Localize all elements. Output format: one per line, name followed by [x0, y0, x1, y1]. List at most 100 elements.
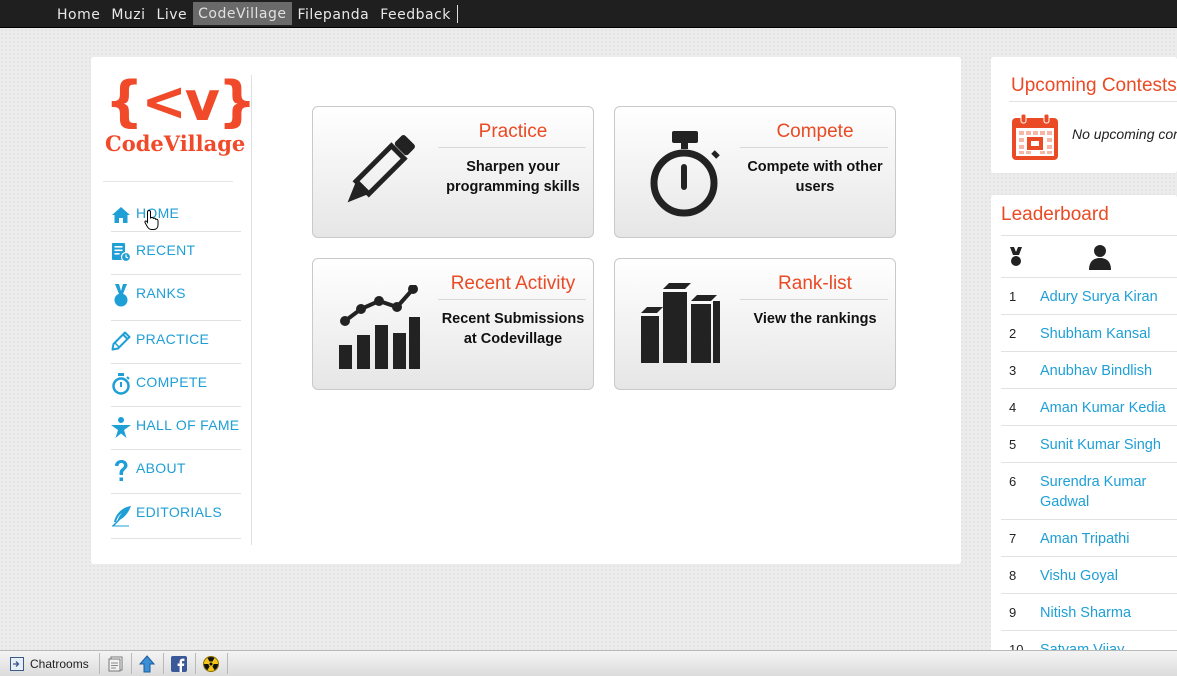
sidebar-item-recent[interactable]: RECENT: [111, 232, 241, 275]
user-link[interactable]: Surendra Kumar Gadwal: [1040, 472, 1175, 512]
card-divider: [740, 299, 888, 300]
sidebar-nav: HOME RECENT RANKS PRACTICE COMPETE HALL …: [111, 195, 241, 539]
podium-icon: [641, 283, 720, 363]
leaderboard-panel: Leaderboard 1 Adury Surya Kiran 2 Shubham …: [991, 195, 1177, 675]
stopwatch-icon: [112, 373, 130, 395]
leaderboard-row: 3 Anubhav Bindlish: [1001, 352, 1177, 389]
card-description: Compete with other users: [747, 159, 883, 195]
upcoming-contests-panel: Upcoming Contests No upcoming contests: [991, 57, 1177, 173]
no-upcoming-text: No upcoming contests: [1072, 126, 1177, 142]
codevillage-logo[interactable]: {<v} CodeVillage: [105, 70, 256, 157]
card-divider: [740, 147, 888, 148]
toolbar-divider: [195, 653, 196, 674]
rank-list-card[interactable]: Rank-list View the rankings: [614, 258, 896, 390]
main-panel: {<v} CodeVillage HOME RECENT RANKS PRACT…: [91, 57, 961, 564]
radiation-button[interactable]: [203, 654, 219, 674]
pencil-icon: [111, 331, 131, 351]
user-link[interactable]: Aman Tripathi: [1040, 529, 1175, 549]
sidebar-item-label: HALL OF FAME: [136, 417, 240, 433]
topnav-codevillage[interactable]: CodeVillage: [193, 2, 292, 25]
leaderboard-row: 6 Surendra Kumar Gadwal: [1001, 463, 1177, 520]
user-link[interactable]: Nitish Sharma: [1040, 603, 1175, 623]
medal-icon: [1010, 247, 1022, 266]
user-link[interactable]: Adury Surya Kiran: [1040, 287, 1175, 307]
user-link[interactable]: Aman Kumar Kedia: [1040, 398, 1175, 418]
sidebar-item-label: ABOUT: [136, 460, 186, 476]
sidebar-item-home[interactable]: HOME: [111, 195, 241, 232]
toolbar-divider: [99, 653, 100, 674]
question-icon: [115, 460, 128, 481]
rank-number: 4: [1009, 400, 1017, 415]
sidebar-divider: [251, 75, 252, 545]
topnav-home[interactable]: Home: [52, 2, 105, 27]
card-title: Recent Activity: [450, 273, 576, 294]
stopwatch-icon: [650, 131, 720, 217]
leaderboard-row: 2 Shubham Kansal: [1001, 315, 1177, 352]
home-icon: [112, 207, 130, 223]
rank-number: 8: [1009, 568, 1017, 583]
leaderboard-title: Leaderboard: [1001, 204, 1109, 225]
notes-button[interactable]: [108, 654, 124, 674]
topnav-muzi[interactable]: Muzi: [106, 2, 150, 27]
logo-name: CodeVillage: [105, 131, 246, 156]
calendar-icon: [1012, 113, 1058, 160]
sidebar-item-label: RANKS: [136, 285, 186, 301]
topnav-live[interactable]: Live: [152, 2, 193, 27]
sidebar-item-practice[interactable]: PRACTICE: [111, 321, 241, 364]
scroll-top-button[interactable]: [139, 654, 155, 674]
user-link[interactable]: Shubham Kansal: [1040, 324, 1175, 344]
sidebar-item-editorials[interactable]: EDITORIALS: [111, 494, 241, 539]
chat-window-icon: [10, 657, 24, 671]
feather-icon: [112, 506, 131, 527]
user-link[interactable]: Anubhav Bindlish: [1040, 361, 1175, 381]
leaderboard-row: 1 Adury Surya Kiran: [1001, 278, 1177, 315]
star-person-icon: [111, 417, 131, 438]
growth-chart-icon: [339, 285, 420, 369]
chatrooms-label: Chatrooms: [30, 657, 89, 671]
radiation-icon: [203, 656, 219, 672]
upcoming-contests-title: Upcoming Contests: [1011, 75, 1177, 96]
upcoming-divider: [1009, 101, 1177, 102]
logo-mark: {<v}: [105, 70, 256, 133]
arrow-up-icon: [139, 655, 155, 673]
leaderboard-row: 9 Nitish Sharma: [1001, 594, 1177, 631]
topnav-filepanda[interactable]: Filepanda: [293, 2, 375, 27]
chatrooms-button[interactable]: Chatrooms: [10, 654, 89, 674]
sidebar-item-label: EDITORIALS: [136, 504, 222, 520]
medal-icon: [114, 284, 128, 307]
sidebar-item-about[interactable]: ABOUT: [111, 450, 241, 494]
leaderboard-row: 4 Aman Kumar Kedia: [1001, 389, 1177, 426]
card-divider: [438, 147, 586, 148]
sidebar-item-ranks[interactable]: RANKS: [111, 275, 241, 321]
card-divider: [438, 299, 586, 300]
rank-number: 5: [1009, 437, 1017, 452]
card-title: Practice: [478, 121, 548, 142]
logo-divider: [103, 181, 233, 182]
card-description: View the rankings: [753, 311, 877, 327]
recent-activity-card[interactable]: Recent Activity Recent Submissions at Co…: [312, 258, 594, 390]
pencil-icon: [347, 135, 415, 203]
leaderboard-row: 8 Vishu Goyal: [1001, 557, 1177, 594]
notes-icon: [108, 656, 123, 672]
rank-number: 3: [1009, 363, 1017, 378]
facebook-button[interactable]: [171, 654, 187, 674]
topnav-divider: [456, 5, 458, 23]
top-nav: Home Muzi Live CodeVillage Filepanda Fee…: [52, 0, 458, 27]
rank-number: 2: [1009, 326, 1017, 341]
toolbar-divider: [131, 653, 132, 674]
practice-card[interactable]: Practice Sharpen your programming skills: [312, 106, 594, 238]
user-link[interactable]: Sunit Kumar Singh: [1040, 435, 1175, 455]
leaderboard-list: 1 Adury Surya Kiran 2 Shubham Kansal 3 Anub…: [1001, 278, 1177, 668]
toolbar-divider: [163, 653, 164, 674]
bottom-toolbar: Chatrooms: [0, 650, 1177, 676]
user-link[interactable]: Vishu Goyal: [1040, 566, 1175, 586]
sidebar-item-hall-of-fame[interactable]: HALL OF FAME: [111, 407, 241, 450]
compete-card[interactable]: Compete Compete with other users: [614, 106, 896, 238]
card-description: Sharpen your programming skills: [446, 159, 580, 195]
user-icon: [1089, 245, 1111, 270]
top-navbar: Home Muzi Live CodeVillage Filepanda Fee…: [0, 0, 1177, 28]
sidebar-item-compete[interactable]: COMPETE: [111, 364, 241, 407]
rank-number: 6: [1009, 474, 1017, 489]
topnav-feedback[interactable]: Feedback: [375, 2, 456, 27]
sidebar-item-label: PRACTICE: [136, 331, 210, 347]
